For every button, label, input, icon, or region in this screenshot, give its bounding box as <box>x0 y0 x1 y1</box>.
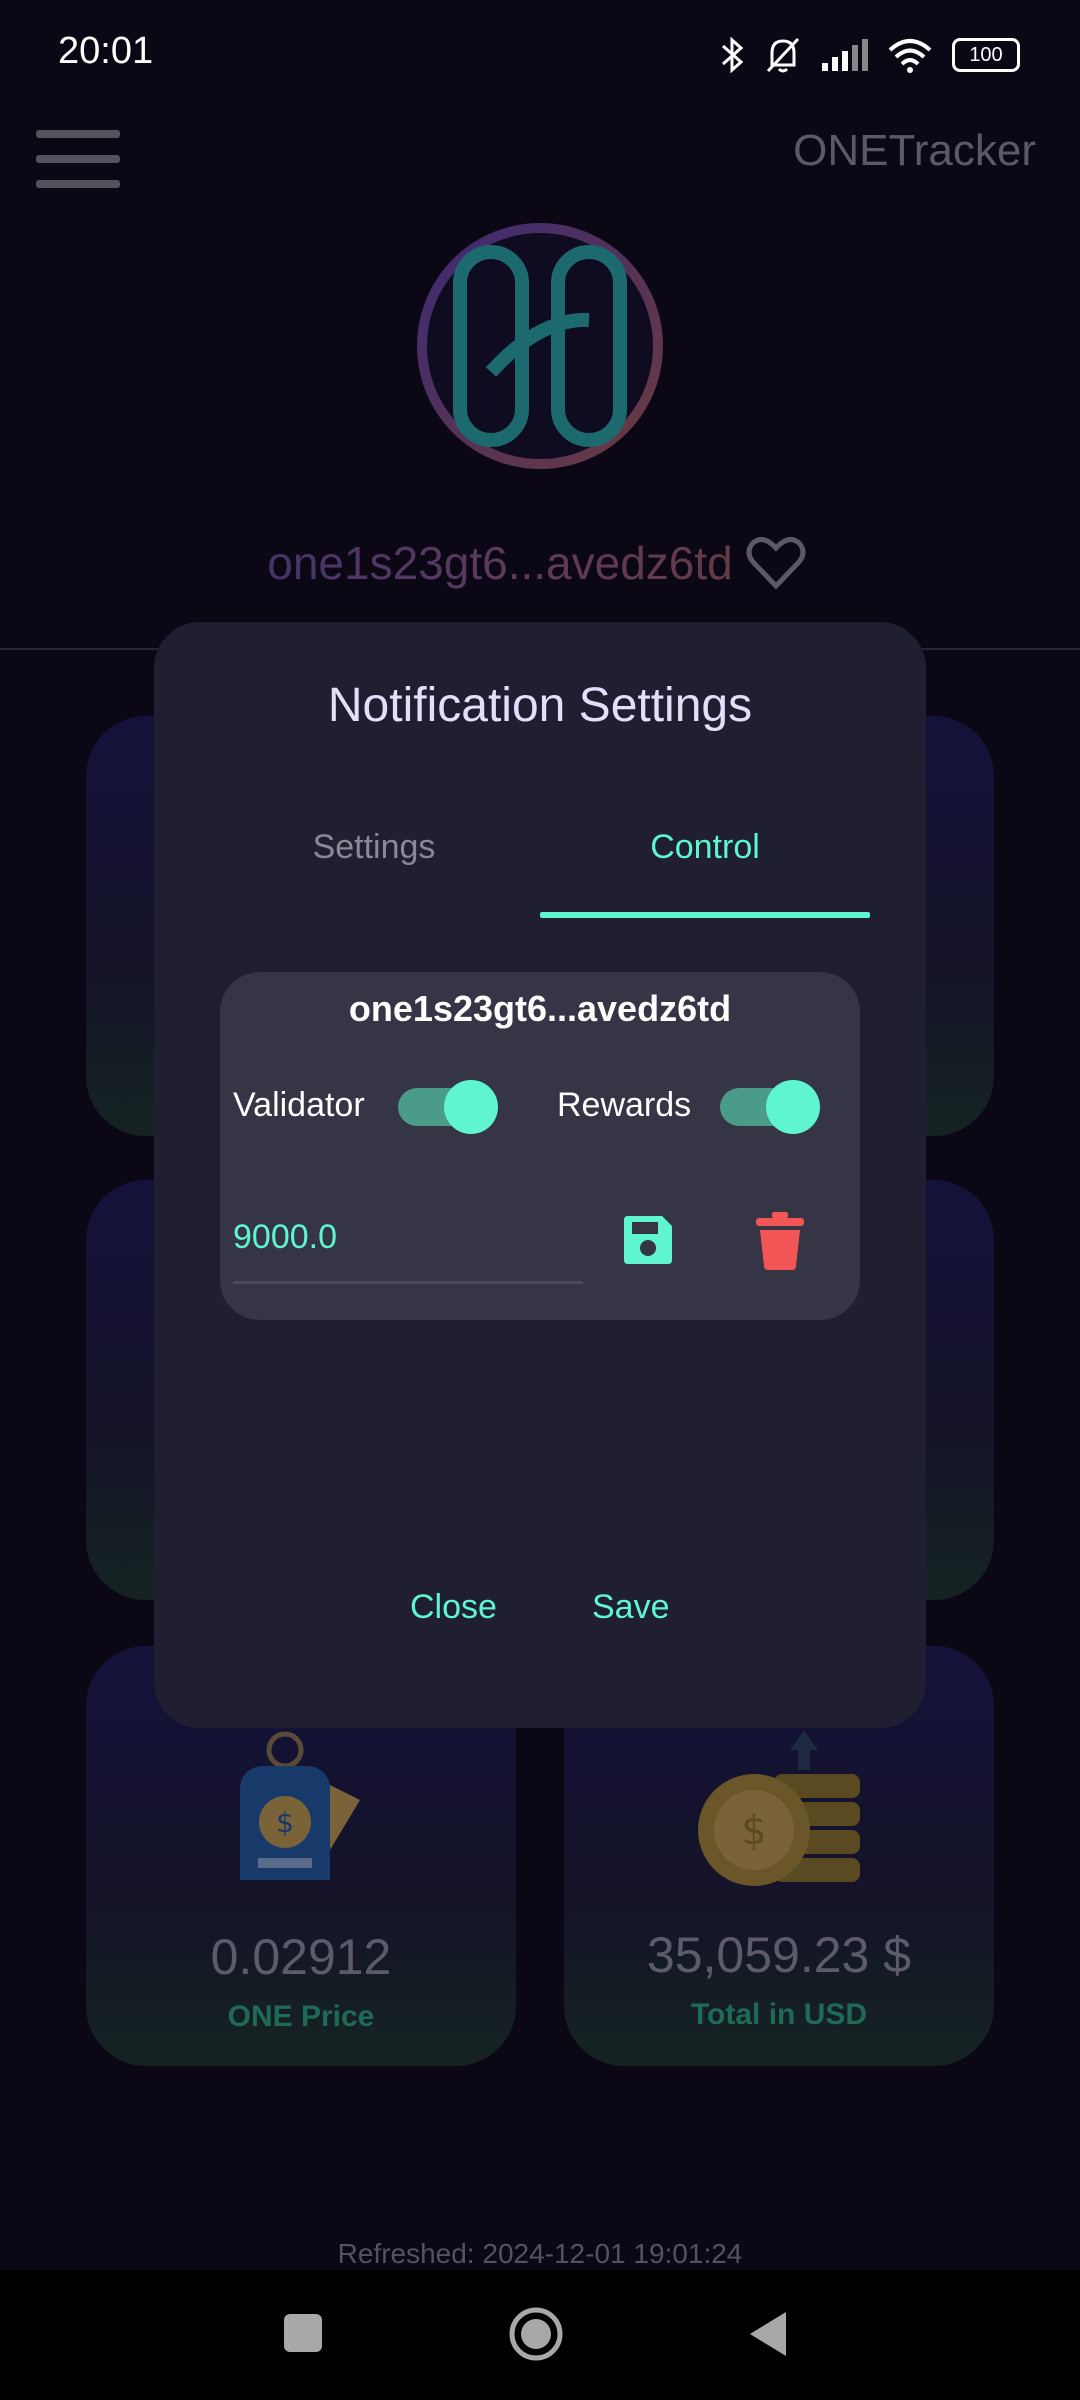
status-time: 20:01 <box>58 30 154 72</box>
rewards-toggle[interactable] <box>720 1080 820 1134</box>
wifi-icon <box>888 39 932 73</box>
back-button[interactable] <box>746 2308 790 2360</box>
one-price-label: ONE Price <box>227 2000 375 2033</box>
dialog-title: Notification Settings <box>327 679 753 732</box>
save-button[interactable]: Save <box>592 1588 670 1627</box>
home-button[interactable] <box>508 2306 564 2362</box>
validator-toggle[interactable] <box>398 1080 498 1134</box>
tab-control[interactable]: Control <box>540 828 870 867</box>
price-tag-icon: $ <box>240 1731 360 1880</box>
signal-icon <box>822 39 868 71</box>
total-usd-label: Total in USD <box>690 1998 868 2031</box>
save-icon[interactable] <box>620 1212 676 1268</box>
one-price-value: 0.02912 <box>210 1929 392 1985</box>
entry-address: one1s23gt6...avedz6td <box>348 988 732 1029</box>
delete-trash-icon[interactable] <box>756 1212 804 1270</box>
menu-icon[interactable] <box>36 130 120 190</box>
rewards-label: Rewards <box>557 1086 692 1124</box>
coins-icon: $ <box>698 1730 860 1886</box>
bluetooth-icon <box>722 36 744 74</box>
favorite-heart-icon[interactable] <box>745 532 807 594</box>
total-usd-value: 35,059.23 $ <box>646 1927 912 1983</box>
close-button[interactable]: Close <box>410 1588 497 1627</box>
battery-icon: 100 <box>952 38 1020 72</box>
svg-text:$: $ <box>741 1808 766 1854</box>
recents-button[interactable] <box>284 2314 322 2352</box>
status-icons: 100 <box>720 30 1020 80</box>
refreshed-timestamp: Refreshed: 2024-12-01 19:01:24 <box>337 2238 743 2269</box>
active-tab-indicator <box>540 912 870 918</box>
wallet-address: one1s23gt6...avedz6td <box>0 536 1000 590</box>
svg-text:$: $ <box>276 1806 294 1839</box>
threshold-amount-input[interactable] <box>233 1218 583 1284</box>
harmony-logo <box>417 223 663 469</box>
battery-level: 100 <box>969 43 1003 66</box>
app-title: ONETracker <box>793 126 1036 175</box>
muted-bell-icon <box>766 37 800 73</box>
tab-settings[interactable]: Settings <box>209 828 539 867</box>
validator-label: Validator <box>233 1086 365 1124</box>
